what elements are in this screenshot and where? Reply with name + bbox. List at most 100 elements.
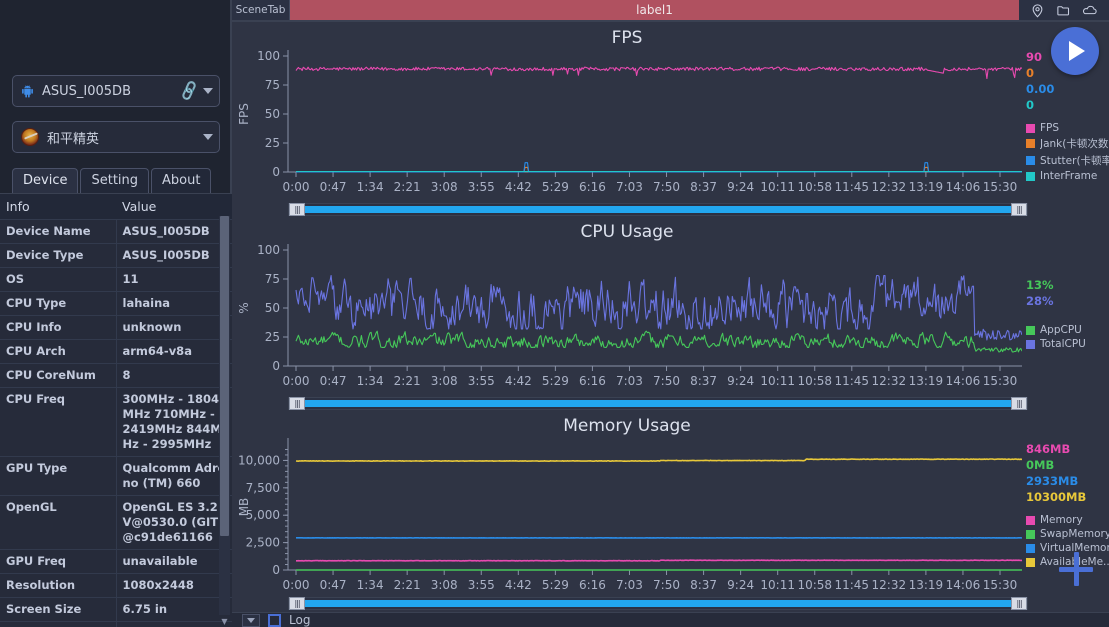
main-panel: SceneTab label1 FPS 0 25 50 75 100 FPS 0:00 0:4… [232,0,1109,627]
cpu-legend-item[interactable]: TotalCPU [1026,338,1109,350]
svg-text:7:50: 7:50 [653,180,680,194]
row-info-cell: Screen Size [0,597,117,622]
cpu-scroll-right-grip[interactable]: ||| [1011,397,1027,410]
memory-legend-item[interactable]: SwapMemory [1026,528,1109,540]
table-row[interactable]: Screen Size 6.75 in [0,597,232,622]
table-row[interactable]: Device Name ASUS_I005DB [0,219,232,244]
memory-scroll-right-grip[interactable]: ||| [1011,597,1027,610]
fps-legend-item[interactable]: Stutter(卡顿率) [1026,153,1109,168]
memory-hscrollbar[interactable]: ||| ||| [288,597,1028,610]
cpu-legend-item[interactable]: AppCPU [1026,324,1109,336]
fps-legend-item[interactable]: InterFrame [1026,170,1109,182]
device-selector[interactable]: ASUS_I005DB 🔗 [12,75,220,107]
table-row[interactable]: CPU Freq 300MHz - 1804MHz 710MHz - 2419MH… [0,387,232,457]
row-info-cell: Device Type [0,243,117,268]
svg-text:10:11: 10:11 [760,180,795,194]
scene-label[interactable]: label1 [290,0,1019,20]
fps-legend-item[interactable]: Jank(卡顿次数) [1026,136,1109,151]
fps-readout-2: 0.00 [1026,82,1055,96]
legend-label: Memory [1040,514,1083,526]
svg-text:15:30: 15:30 [983,578,1018,592]
svg-text:7:03: 7:03 [616,578,643,592]
svg-text:6:16: 6:16 [579,374,606,388]
row-value-cell: OpenGL ES 3.2 V@0530.0 (GIT@c91de61166 [116,495,232,550]
svg-text:0:47: 0:47 [320,180,347,194]
svg-text:6:16: 6:16 [579,578,606,592]
cpu-hscrollbar[interactable]: ||| ||| [288,397,1028,410]
cpu-scroll-left-grip[interactable]: ||| [289,397,305,410]
app-root: ASUS_I005DB 🔗 和平精英 Device Setting About … [0,0,1109,627]
table-scrollbar[interactable] [219,216,230,615]
table-row[interactable]: Ram Size16.8 GB [0,621,232,627]
table-row[interactable]: OS 11 [0,267,232,292]
memory-plot[interactable]: 0 2,500 5,000 7,500 10,000 MB 0:00 0:47 1:34 2:21… [232,410,1022,614]
fps-scroll-left-grip[interactable]: ||| [289,203,305,216]
row-info-cell: CPU Freq [0,387,117,457]
legend-swatch-icon [1026,156,1035,165]
tab-setting[interactable]: Setting [80,168,150,193]
play-button[interactable] [1051,27,1099,75]
cloud-icon[interactable] [1082,3,1098,18]
svg-text:9:24: 9:24 [727,374,754,388]
scroll-down-arrow[interactable]: ▼ [219,616,230,627]
table-row[interactable]: OpenGL OpenGL ES 3.2 V@0530.0 (GIT@c91de6… [0,495,232,550]
chevron-down-icon[interactable] [203,134,213,140]
tab-device[interactable]: Device [12,168,79,193]
svg-text:11:45: 11:45 [834,180,869,194]
memory-readout-2: 2933MB [1026,474,1079,488]
cpu-plot[interactable]: 0 25 50 75 100% 0:00 0:47 1:34 2:21 3:08 3:55 4:42 5… [232,216,1022,410]
add-button[interactable] [1055,548,1097,590]
svg-text:100: 100 [257,49,280,63]
scrollbar-thumb[interactable] [220,216,229,536]
app-selector[interactable]: 和平精英 [12,121,220,153]
svg-text:%: % [237,302,251,313]
fps-hscrollbar[interactable]: ||| ||| [288,203,1028,216]
table-row[interactable]: CPU Info unknown [0,315,232,340]
table-row[interactable]: Device Type ASUS_I005DB [0,243,232,268]
chevron-down-icon[interactable] [203,88,213,94]
folder-icon[interactable] [1056,3,1071,18]
bottom-dropdown-button[interactable] [242,613,260,627]
table-row[interactable]: GPU Type Qualcomm Adreno (TM) 660 [0,456,232,496]
table-row[interactable]: CPU CoreNum 8 [0,363,232,388]
column-header-info: Info [0,194,116,220]
memory-scroll-track[interactable] [303,600,1013,607]
legend-label: Jank(卡顿次数) [1040,138,1109,150]
cpu-scroll-track[interactable] [303,400,1013,407]
legend-swatch-icon [1026,557,1035,567]
table-row[interactable]: CPU Type lahaina [0,291,232,316]
svg-text:3:08: 3:08 [431,374,458,388]
tab-about[interactable]: About [151,168,212,193]
svg-text:3:08: 3:08 [431,180,458,194]
location-pin-icon[interactable] [1030,3,1045,18]
table-row[interactable]: CPU Arch arm64-v8a [0,339,232,364]
svg-text:10:58: 10:58 [797,180,832,194]
svg-text:13:19: 13:19 [909,578,944,592]
legend-label: TotalCPU [1040,338,1086,350]
svg-text:50: 50 [265,301,280,315]
cpu-chart: CPU Usage 0 25 50 75 100% 0:00 0:47 1:34 2:21 3:0… [232,216,1109,410]
svg-text:2:21: 2:21 [394,180,421,194]
legend-label: AppCPU [1040,324,1082,336]
svg-text:3:55: 3:55 [468,180,495,194]
svg-text:4:42: 4:42 [505,180,532,194]
svg-text:14:06: 14:06 [946,374,981,388]
svg-text:0: 0 [272,359,280,373]
scene-tab-label[interactable]: SceneTab [232,0,290,20]
log-checkbox[interactable] [268,613,281,627]
chevron-down-icon [247,617,255,623]
play-icon [1069,41,1085,61]
link-icon[interactable]: 🔗 [178,79,202,102]
fps-scroll-track[interactable] [303,206,1013,213]
table-row[interactable]: GPU Freq unavailable [0,549,232,574]
fps-plot[interactable]: 0 25 50 75 100 FPS 0:00 0:47 1:34 2:21 3:08 3:55 4:4… [232,22,1022,216]
memory-legend-item[interactable]: Memory [1026,514,1109,526]
memory-readout-1: 0MB [1026,458,1055,472]
fps-legend-item[interactable]: FPS [1026,122,1109,134]
bottom-bar: Log [232,612,1109,627]
fps-scroll-right-grip[interactable]: ||| [1011,203,1027,216]
table-row[interactable]: Resolution 1080x2448 [0,573,232,598]
memory-scroll-left-grip[interactable]: ||| [289,597,305,610]
cpu-readout-0: 13% [1026,278,1054,292]
svg-text:15:30: 15:30 [983,180,1018,194]
